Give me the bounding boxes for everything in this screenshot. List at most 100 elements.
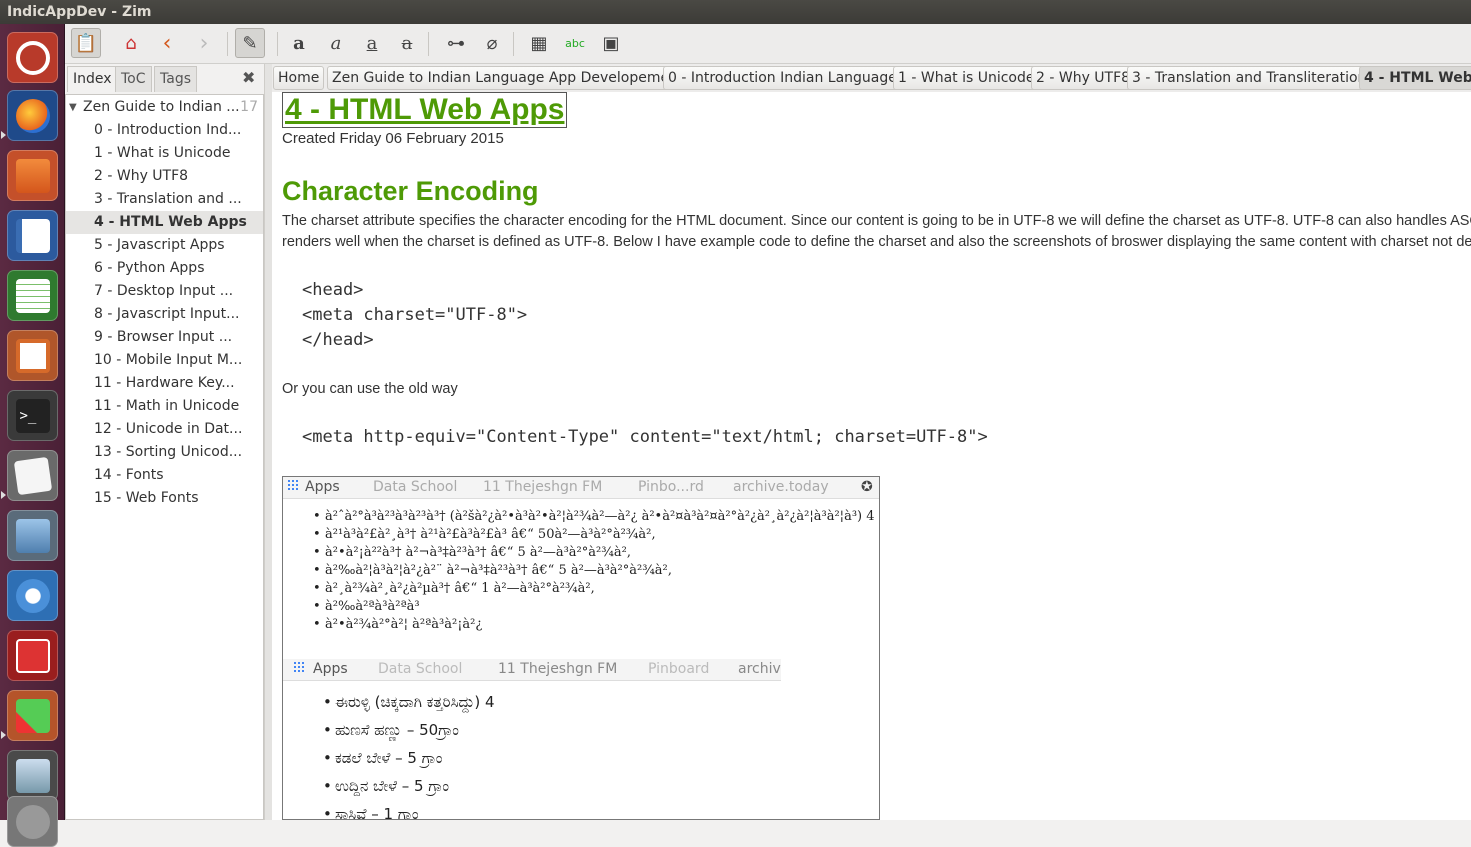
remote-desktop-icon[interactable] <box>7 510 58 561</box>
forward-icon[interactable]: › <box>189 28 219 58</box>
page-content[interactable]: 4 - HTML Web Apps Created Friday 06 Febr… <box>272 92 1471 820</box>
index-item-label: 15 - Web Fonts <box>94 490 199 506</box>
index-item[interactable]: 14 - Fonts <box>66 464 263 487</box>
text-editor-icon[interactable] <box>7 450 58 501</box>
index-item[interactable]: 0 - Introduction Ind... <box>66 119 263 142</box>
list-item-text: à²•à²¡à²²à³† à²¬à³‡à²³à³† â€“ 5 à²—à³à²°… <box>325 545 631 560</box>
table-icon[interactable]: ▦ <box>524 28 554 58</box>
tab-toc[interactable]: ToC <box>115 66 152 92</box>
close-panel-icon[interactable]: ✖ <box>242 68 255 87</box>
list-item: • à²•à²¾à²°à²¦ à²ªà³à²¡à²¿ <box>313 617 482 632</box>
list-item-text: ಈರುಳ್ಳಿ (ಚಿಕ್ಕದಾಗಿ ಕತ್ತರಿಸಿದ್ದು) 4 <box>335 693 495 711</box>
underline-icon[interactable]: a <box>357 28 387 58</box>
list-item: • ಸಾಸಿವೆ – 1 ಗ್ರಾಂ <box>323 805 419 820</box>
expander-icon[interactable]: ▼ <box>69 96 77 119</box>
index-item[interactable]: 2 - Why UTF8 <box>66 165 263 188</box>
bookmark: archiv <box>738 661 781 677</box>
index-item-label: 6 - Python Apps <box>94 260 205 276</box>
firefox-icon[interactable] <box>7 90 58 141</box>
side-panel: Index ToC Tags ✖ ▼ Zen Guide to Indian .… <box>65 64 268 820</box>
created-date: Created Friday 06 February 2015 <box>282 130 504 147</box>
code-line: <head> <box>302 280 364 300</box>
spellcheck-icon[interactable]: abc <box>560 28 590 58</box>
bookmark: Pinbo...rd <box>638 479 704 495</box>
index-item[interactable]: 13 - Sorting Unicod... <box>66 441 263 464</box>
window-titlebar: IndicAppDev - Zim <box>0 0 1471 24</box>
index-item[interactable]: 15 - Web Fonts <box>66 487 263 510</box>
tab-index[interactable]: Index <box>67 66 118 92</box>
index-item[interactable]: 11 - Hardware Key... <box>66 372 263 395</box>
list-item: • à²ˆà²°à³à²³à³à²³à³† (à²šà²¿à²•à³à²•à²¦à… <box>313 509 875 524</box>
bold-icon[interactable]: a <box>284 28 314 58</box>
index-item[interactable]: 8 - Javascript Input... <box>66 303 263 326</box>
system-settings-icon[interactable] <box>7 750 58 801</box>
index-item[interactable]: 3 - Translation and ... <box>66 188 263 211</box>
attach-file-icon[interactable]: ⌀ <box>477 28 507 58</box>
index-item[interactable]: 11 - Math in Unicode <box>66 395 263 418</box>
pathbar-item[interactable]: 1 - What is Unicode <box>893 66 1040 90</box>
index-item[interactable]: 4 - HTML Web Apps <box>66 211 263 234</box>
impress-icon[interactable] <box>7 330 58 381</box>
index-item[interactable]: 12 - Unicode in Dat... <box>66 418 263 441</box>
pathbar-item[interactable]: 2 - Why UTF8 <box>1031 66 1136 90</box>
files-icon[interactable] <box>7 150 58 201</box>
list-item-text: à²‰à²ªà³à²ªà³ <box>325 599 420 614</box>
bullet: • <box>313 563 321 578</box>
pathbar-item[interactable]: 4 - HTML Web <box>1359 66 1471 90</box>
chromium-icon[interactable] <box>7 570 58 621</box>
bullet: • <box>313 599 321 614</box>
list-item-text: ಸಾಸಿವೆ – 1 ಗ್ರಾಂ <box>335 805 419 820</box>
index-item-label: 12 - Unicode in Dat... <box>94 421 243 437</box>
back-icon[interactable]: ‹ <box>152 28 182 58</box>
list-item: • à²•à²¡à²²à³† à²¬à³‡à²³à³† â€“ 5 à²—à³à²… <box>313 545 631 560</box>
tab-tags[interactable]: Tags <box>154 66 197 92</box>
attach-icon[interactable]: 📋 <box>71 28 101 58</box>
writer-icon[interactable] <box>7 210 58 261</box>
pathbar-item[interactable]: 0 - Introduction Indian Languages <box>663 66 910 90</box>
calc-icon[interactable] <box>7 270 58 321</box>
list-item-text: à²ˆà²°à³à²³à³à²³à³† (à²šà²¿à²•à³à²•à²¦à²… <box>325 509 875 524</box>
help-icon[interactable] <box>7 796 58 847</box>
italic-icon[interactable]: a <box>321 28 351 58</box>
bookmark: archive.today <box>733 479 829 495</box>
pathbar: Home Zen Guide to Indian Language App Dev… <box>272 64 1471 92</box>
running-indicator <box>1 131 6 139</box>
bookmarks-bar: Apps Data School 11 Thejeshgn FM Pinboar… <box>283 659 781 681</box>
index-item-label: 0 - Introduction Ind... <box>94 122 242 138</box>
list-item: • à²‰à²¦à³à²¦à²¿à²¨ à²¬à³‡à²³à³† â€“ 5 à²… <box>313 563 672 578</box>
paragraph-line: renders well when the charset is defined… <box>282 234 1471 250</box>
pathbar-item[interactable]: 3 - Translation and Transliteration <box>1127 66 1372 90</box>
embedded-screenshot[interactable]: Apps Data School 11 Thejeshgn FM Pinbo..… <box>282 476 880 820</box>
bookmark-apps: Apps <box>313 661 348 677</box>
link-icon[interactable]: ⊶ <box>441 28 471 58</box>
index-item[interactable]: 1 - What is Unicode <box>66 142 263 165</box>
index-item[interactable]: 5 - Javascript Apps <box>66 234 263 257</box>
index-item[interactable]: 9 - Browser Input ... <box>66 326 263 349</box>
pathbar-item[interactable]: Zen Guide to Indian Language App Develop… <box>327 66 689 90</box>
home-icon[interactable]: ⌂ <box>116 28 146 58</box>
index-item-label: 10 - Mobile Input M... <box>94 352 243 368</box>
edit-icon[interactable]: ✎ <box>235 28 265 58</box>
page-index-tree: ▼ Zen Guide to Indian ... 17 0 - Introdu… <box>65 94 264 820</box>
list-item: • à²¹à³à²£à²¸à³† à²¹à²£à³à²£à³ â€“ 50à²—à… <box>313 527 656 542</box>
bullet: • <box>313 545 321 560</box>
bullet: • <box>323 749 332 767</box>
running-indicator <box>1 491 6 499</box>
index-item-label: 3 - Translation and ... <box>94 191 242 207</box>
index-item[interactable]: 7 - Desktop Input ... <box>66 280 263 303</box>
index-item[interactable]: 6 - Python Apps <box>66 257 263 280</box>
index-item[interactable]: 10 - Mobile Input M... <box>66 349 263 372</box>
strike-icon[interactable]: a <box>392 28 422 58</box>
network-tool-icon[interactable] <box>7 690 58 741</box>
clipboard-icon[interactable]: ▣ <box>596 28 626 58</box>
list-item-text: à²‰à²¦à³à²¦à²¿à²¨ à²¬à³‡à²³à³† â€“ 5 à²—… <box>325 563 672 578</box>
pathbar-item[interactable]: Home <box>273 66 325 90</box>
app-icon[interactable] <box>7 630 58 681</box>
pane-splitter[interactable] <box>264 64 272 820</box>
ubuntu-dash-icon[interactable] <box>7 32 58 83</box>
paragraph-line: The charset attribute specifies the char… <box>282 213 1471 229</box>
terminal-icon[interactable]: >_ <box>7 390 58 441</box>
bullet: • <box>323 721 332 739</box>
page-count: 17 <box>240 99 258 115</box>
index-root-item[interactable]: ▼ Zen Guide to Indian ... 17 <box>66 96 263 119</box>
